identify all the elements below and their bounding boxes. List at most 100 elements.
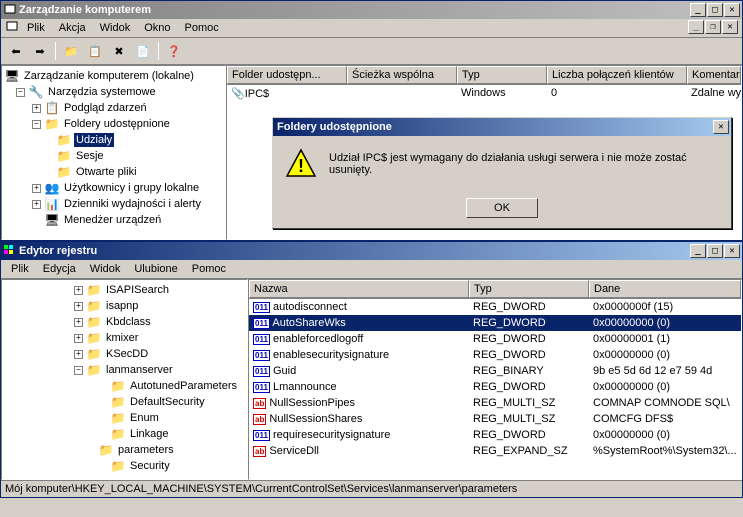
tree-key[interactable]: isapnp xyxy=(104,299,140,313)
tree-key[interactable]: kmixer xyxy=(104,331,140,345)
tree-subkey[interactable]: Security xyxy=(128,459,172,473)
col-path[interactable]: Ścieżka wspólna xyxy=(347,66,457,84)
reg-value-row[interactable]: 011 requiresecuritysignatureREG_DWORD0x0… xyxy=(249,427,741,443)
col-type[interactable]: Typ xyxy=(469,280,589,298)
tools-icon: 🔧 xyxy=(28,85,44,99)
expander[interactable]: + xyxy=(74,350,83,359)
tree-subkey[interactable]: Enum xyxy=(128,411,161,425)
close-button[interactable]: ✕ xyxy=(724,3,740,17)
col-conn[interactable]: Liczba połączeń klientów xyxy=(547,66,687,84)
reg-values: Nazwa Typ Dane 011 autodisconnectREG_DWO… xyxy=(248,279,742,480)
forward-button[interactable]: ➡ xyxy=(29,40,51,62)
col-name[interactable]: Nazwa xyxy=(249,280,469,298)
reg-value-row[interactable]: 011 autodisconnectREG_DWORD0x0000000f (1… xyxy=(249,299,741,315)
expander-users[interactable]: + xyxy=(32,184,41,193)
value-name: Lmannounce xyxy=(273,381,337,393)
mdi-restore[interactable]: ❐ xyxy=(705,20,721,34)
folder-icon: 📁 xyxy=(86,331,102,345)
tree-key[interactable]: KSecDD xyxy=(104,347,150,361)
reg-value-row[interactable]: ab ServiceDllREG_EXPAND_SZ%SystemRoot%\S… xyxy=(249,443,741,459)
tree-root[interactable]: Zarządzanie komputerem (lokalne) xyxy=(22,69,196,83)
tree-key[interactable]: Kbdclass xyxy=(104,315,153,329)
reg-value-row[interactable]: 011 AutoShareWksREG_DWORD0x00000000 (0) xyxy=(249,315,741,331)
mdi-close[interactable]: ✕ xyxy=(722,20,738,34)
col-type[interactable]: Typ xyxy=(457,66,547,84)
expander[interactable]: + xyxy=(74,302,83,311)
maximize-button[interactable]: □ xyxy=(707,244,723,258)
mgmt-title: Zarządzanie komputerem xyxy=(17,4,690,16)
help-button[interactable]: ❓ xyxy=(163,40,185,62)
tree-devmgr[interactable]: Menedżer urządzeń xyxy=(62,213,163,227)
expander-shared[interactable]: − xyxy=(32,120,41,129)
value-name: NullSessionPipes xyxy=(269,397,355,409)
tree-shared[interactable]: Foldery udostępnione xyxy=(62,117,172,131)
folder-icon: 📁 xyxy=(98,443,114,457)
col-data[interactable]: Dane xyxy=(589,280,741,298)
tree-subkey[interactable]: parameters xyxy=(116,443,176,457)
mdi-minimize[interactable]: _ xyxy=(688,20,704,34)
delete-button[interactable]: ✖ xyxy=(108,40,130,62)
refresh-button[interactable]: 📄 xyxy=(132,40,154,62)
tree-subkey[interactable]: Linkage xyxy=(128,427,171,441)
value-data: COMNAP COMNODE SQL\ xyxy=(589,396,741,410)
menu-okno[interactable]: Okno xyxy=(138,20,176,36)
expander[interactable]: + xyxy=(74,334,83,343)
menu-widok[interactable]: Widok xyxy=(84,261,127,277)
mgmt-titlebar[interactable]: Zarządzanie komputerem _ □ ✕ xyxy=(1,1,742,19)
tree-tools[interactable]: Narzędzia systemowe xyxy=(46,85,158,99)
menu-widok[interactable]: Widok xyxy=(94,20,137,36)
minimize-button[interactable]: _ xyxy=(690,3,706,17)
value-data: 0x00000000 (0) xyxy=(589,348,741,362)
value-name: enableforcedlogoff xyxy=(273,333,363,345)
menu-edycja[interactable]: Edycja xyxy=(37,261,82,277)
minimize-button[interactable]: _ xyxy=(690,244,706,258)
expander-perf[interactable]: + xyxy=(32,200,41,209)
tree-users[interactable]: Użytkownicy i grupy lokalne xyxy=(62,181,201,195)
props-button[interactable]: 📋 xyxy=(84,40,106,62)
mgmt-tree[interactable]: 🖥Zarządzanie komputerem (lokalne) −🔧Narz… xyxy=(1,65,226,240)
reg-value-row[interactable]: 011 GuidREG_BINARY9b e5 5d 6d 12 e7 59 4… xyxy=(249,363,741,379)
tree-subkey[interactable]: DefaultSecurity xyxy=(128,395,207,409)
back-button[interactable]: ⬅ xyxy=(5,40,27,62)
msgbox: Foldery udostępnione ✕ ! Udział IPC$ jes… xyxy=(272,117,732,229)
expander-events[interactable]: + xyxy=(32,104,41,113)
reg-value-row[interactable]: 011 enablesecuritysignatureREG_DWORD0x00… xyxy=(249,347,741,363)
tree-sessions[interactable]: Sesje xyxy=(74,149,106,163)
tree-openfiles[interactable]: Otwarte pliki xyxy=(74,165,139,179)
msgbox-titlebar[interactable]: Foldery udostępnione ✕ xyxy=(273,118,731,136)
tree-events[interactable]: Podgląd zdarzeń xyxy=(62,101,149,115)
reg-value-row[interactable]: ab NullSessionSharesREG_MULTI_SZCOMCFG D… xyxy=(249,411,741,427)
tree-perf[interactable]: Dzienniki wydajności i alerty xyxy=(62,197,203,211)
share-name: IPC$ xyxy=(245,88,269,100)
menu-ulubione[interactable]: Ulubione xyxy=(128,261,183,277)
reg-value-row[interactable]: 011 enableforcedlogoffREG_DWORD0x0000000… xyxy=(249,331,741,347)
tree-key[interactable]: lanmanserver xyxy=(104,363,175,377)
reg-value-row[interactable]: ab NullSessionPipesREG_MULTI_SZCOMNAP CO… xyxy=(249,395,741,411)
reg-tree[interactable]: +📁ISAPISearch+📁isapnp+📁Kbdclass+📁kmixer+… xyxy=(1,279,248,480)
value-data: 0x00000000 (0) xyxy=(589,380,741,394)
menu-plik[interactable]: Plik xyxy=(5,261,35,277)
tree-key[interactable]: ISAPISearch xyxy=(104,283,171,297)
col-folder[interactable]: Folder udostępn... xyxy=(227,66,347,84)
expander[interactable]: + xyxy=(74,318,83,327)
ok-button[interactable]: OK xyxy=(466,198,538,218)
close-button[interactable]: ✕ xyxy=(724,244,740,258)
up-button[interactable]: 📁 xyxy=(60,40,82,62)
share-row[interactable]: 📎IPC$ Windows 0 Zdalne wy xyxy=(227,85,741,102)
folder-icon: 📁 xyxy=(86,299,102,313)
value-data: 9b e5 5d 6d 12 e7 59 4d xyxy=(589,364,741,378)
tree-shares[interactable]: Udziały xyxy=(74,133,114,147)
menu-akcja[interactable]: Akcja xyxy=(53,20,92,36)
tree-subkey[interactable]: AutotunedParameters xyxy=(128,379,239,393)
reg-value-row[interactable]: 011 LmannounceREG_DWORD0x00000000 (0) xyxy=(249,379,741,395)
maximize-button[interactable]: □ xyxy=(707,3,723,17)
expander[interactable]: + xyxy=(74,286,83,295)
expander[interactable]: − xyxy=(74,366,83,375)
col-comment[interactable]: Komentarz xyxy=(687,66,741,84)
close-button[interactable]: ✕ xyxy=(713,120,729,134)
expander-tools[interactable]: − xyxy=(16,88,25,97)
menu-plik[interactable]: Plik xyxy=(21,20,51,36)
menu-pomoc[interactable]: Pomoc xyxy=(186,261,232,277)
reg-titlebar[interactable]: Edytor rejestru _ □ ✕ xyxy=(1,242,742,260)
menu-pomoc[interactable]: Pomoc xyxy=(179,20,225,36)
